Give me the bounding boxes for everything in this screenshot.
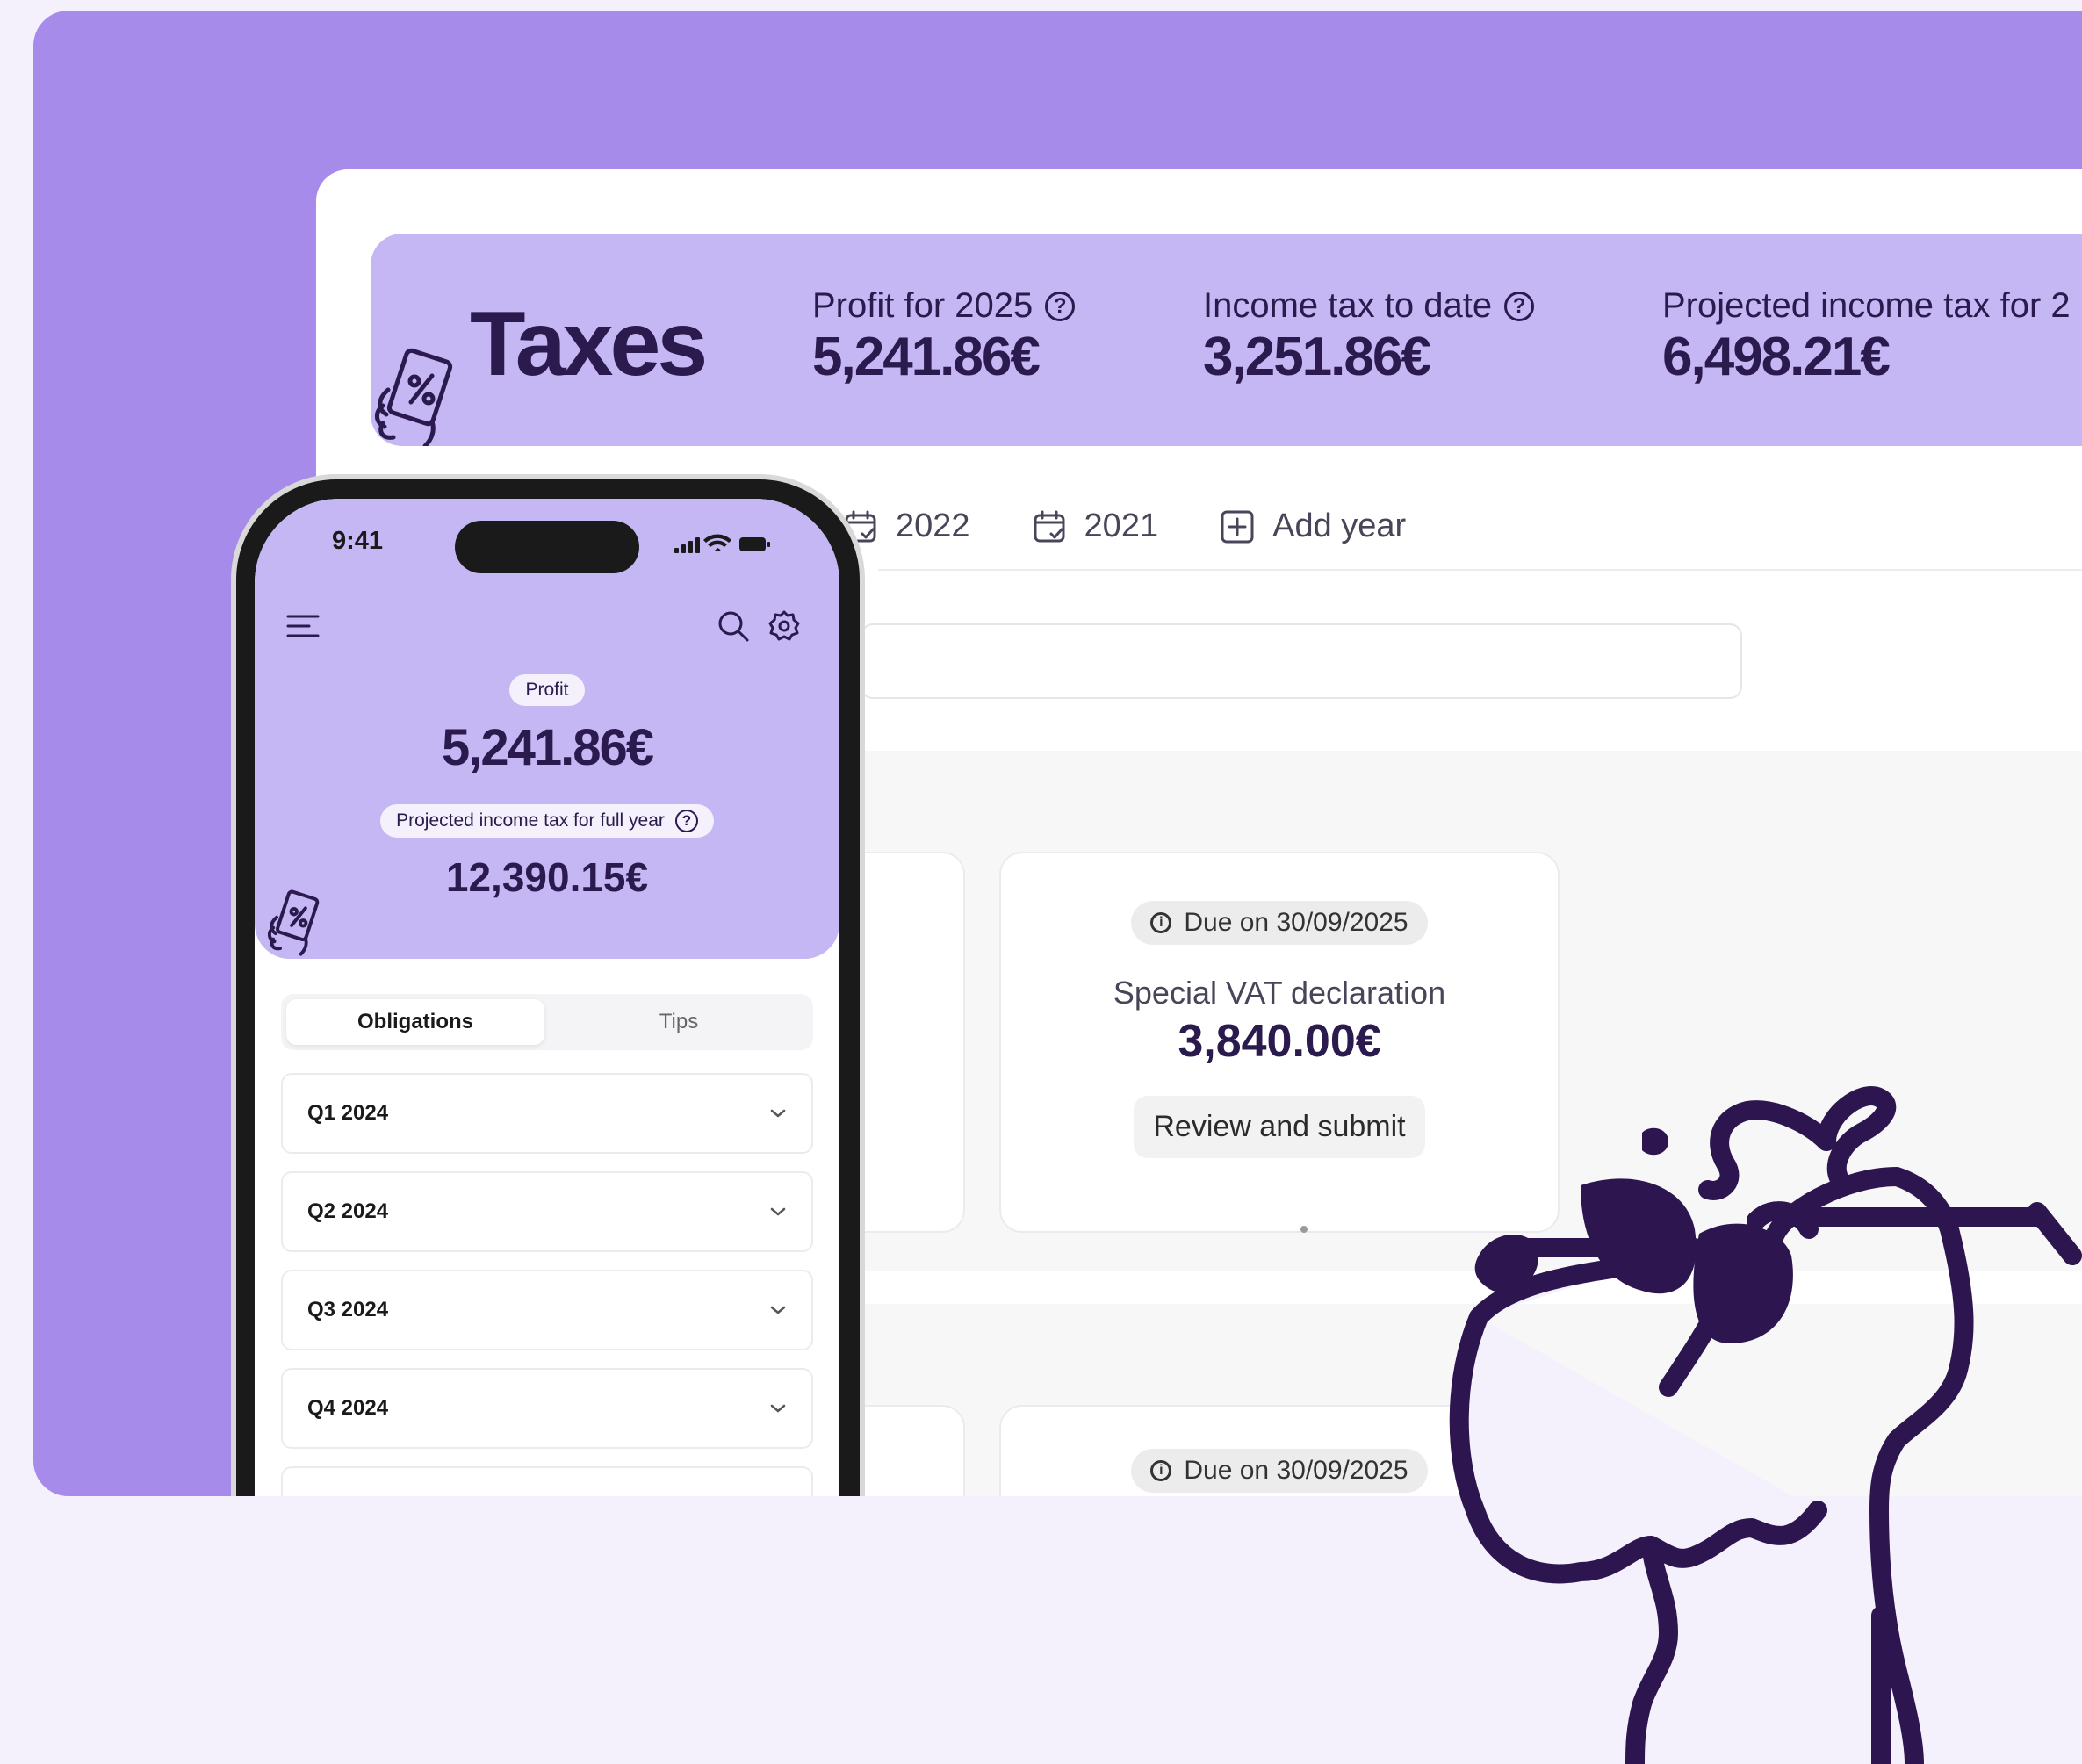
stat-income-tax: Income tax to date ? 3,251.86€ [1203, 286, 1535, 388]
projected-label: Projected income tax for full year [396, 810, 665, 831]
add-year-button[interactable]: Add year [1220, 508, 1406, 545]
tab-obligations[interactable]: Obligations [286, 999, 544, 1045]
due-date-text: Due on 30/09/2025 [1184, 1456, 1408, 1485]
obligation-title: Special VAT declaration [1113, 975, 1446, 1011]
phone-screen: 9:41 Profit 5,241.86€ Projected income t… [255, 499, 839, 1623]
quarter-row[interactable]: Q4 2024 [281, 1368, 813, 1449]
hand-percent-icon [375, 348, 453, 446]
stat-label: Income tax to date ? [1203, 286, 1535, 326]
projected-pill: Projected income tax for full year ? [380, 804, 714, 838]
tabs-divider [878, 569, 2082, 571]
plus-square-icon [1221, 510, 1254, 543]
stat-label-text: Profit for 2025 [812, 286, 1034, 325]
tab-label: 2022 [896, 508, 970, 544]
quarter-label: Q3 2024 [307, 1298, 389, 1321]
due-date-badge: i Due on 30/09/2025 [1131, 1449, 1428, 1493]
status-time: 9:41 [332, 527, 384, 555]
chevron-down-icon [770, 1404, 786, 1413]
carousel-dot[interactable] [1300, 1226, 1308, 1233]
calendar-check-icon [1034, 510, 1065, 542]
help-icon[interactable]: ? [1504, 291, 1535, 321]
projected-value: 12,390.15€ [445, 854, 649, 900]
stat-label: Profit for 2025 ? [812, 286, 1076, 326]
stat-label-text: Income tax to date [1203, 286, 1493, 325]
quarter-row[interactable]: Q3 2024 [281, 1270, 813, 1350]
help-icon[interactable]: ? [1045, 291, 1076, 321]
stat-value: 5,241.86€ [812, 327, 1041, 387]
hand-percent-icon [267, 889, 320, 956]
chevron-down-icon [770, 1306, 786, 1314]
info-icon: i [1150, 1460, 1172, 1481]
stat-label: Projected income tax for 2 [1662, 286, 2071, 326]
chevron-down-icon [770, 1207, 786, 1216]
search-icon[interactable] [717, 609, 750, 643]
page-title: Taxes [470, 293, 708, 395]
menu-icon[interactable] [286, 613, 320, 639]
quarter-label: Q4 2024 [307, 1396, 389, 1420]
review-submit-button[interactable]: Review and submit [1134, 1096, 1425, 1158]
quarter-row[interactable]: Q1 2024 [281, 1073, 813, 1154]
quarter-row[interactable]: Q2 2024 [281, 1171, 813, 1252]
help-icon[interactable]: ? [674, 810, 698, 832]
year-tabs: 2022 2021 Add year [843, 508, 1406, 545]
chevron-down-icon [770, 1109, 786, 1118]
stat-profit: Profit for 2025 ? 5,241.86€ [812, 286, 1076, 388]
tab-2021[interactable]: 2021 [1032, 508, 1159, 545]
profit-pill: Profit [509, 674, 585, 706]
stat-value: 3,251.86€ [1203, 327, 1431, 387]
dynamic-island [455, 521, 639, 573]
tab-label: 2021 [1084, 508, 1159, 544]
tab-2022[interactable]: 2022 [843, 508, 970, 545]
due-date-text: Due on 30/09/2025 [1184, 908, 1408, 937]
profit-pill-row: Profit [255, 674, 839, 706]
quarter-label: Q2 2024 [307, 1199, 389, 1223]
stat-value: 6,498.21€ [1662, 327, 1891, 387]
projected-pill-row: Projected income tax for full year ? [255, 804, 839, 838]
quarter-label: Q1 2024 [307, 1101, 389, 1125]
add-year-label: Add year [1272, 508, 1407, 544]
stat-label-text: Projected income tax for 2 [1662, 286, 2071, 325]
obligation-amount: 3,840.00€ [1178, 1016, 1381, 1067]
dog-with-sunglasses-illustration [1449, 1086, 2082, 1764]
status-icons [674, 534, 770, 553]
info-icon: i [1150, 912, 1172, 933]
stat-projected-tax: Projected income tax for 2 6,498.21€ [1662, 286, 2071, 388]
tab-tips[interactable]: Tips [550, 999, 808, 1045]
gear-icon[interactable] [767, 609, 801, 643]
filter-input[interactable] [861, 623, 1742, 699]
profit-value: 5,241.86€ [441, 719, 654, 776]
due-date-badge: i Due on 30/09/2025 [1131, 901, 1428, 945]
